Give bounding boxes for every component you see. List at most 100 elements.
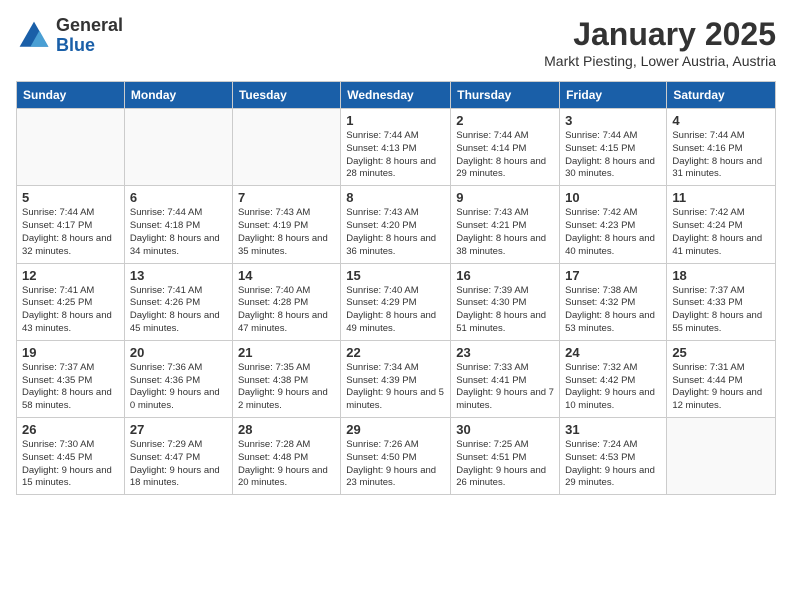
calendar-cell: 10 Sunrise: 7:42 AM Sunset: 4:23 PM Dayli… (560, 186, 667, 263)
logo: General Blue (16, 16, 123, 56)
location-title: Markt Piesting, Lower Austria, Austria (544, 53, 776, 69)
day-number: 6 (130, 190, 227, 205)
calendar-cell: 23Sunrise: 7:33 AM Sunset: 4:41 PM Dayli… (451, 340, 560, 417)
day-number: 20 (130, 345, 227, 360)
weekday-thursday: Thursday (451, 82, 560, 109)
day-info: Sunrise: 7:39 AM Sunset: 4:30 PM Dayligh… (456, 285, 554, 336)
day-number: 4 (672, 113, 770, 128)
day-info: Sunrise: 7:41 AM Sunset: 4:26 PM Dayligh… (130, 285, 227, 336)
day-number: 2 (456, 113, 554, 128)
calendar-cell: 14 Sunrise: 7:40 AM Sunset: 4:28 PM Dayli… (232, 263, 340, 340)
week-row-0: 1Sunrise: 7:44 AM Sunset: 4:13 PM Daylig… (17, 109, 776, 186)
day-number: 24 (565, 345, 661, 360)
calendar-cell: 15Sunrise: 7:40 AM Sunset: 4:29 PM Dayli… (341, 263, 451, 340)
week-row-4: 26 Sunrise: 7:30 AM Sunset: 4:45 PM Dayli… (17, 418, 776, 495)
calendar-cell: 4 Sunrise: 7:44 AM Sunset: 4:16 PM Daylig… (667, 109, 776, 186)
day-info: Sunrise: 7:41 AM Sunset: 4:25 PM Dayligh… (22, 285, 119, 336)
weekday-saturday: Saturday (667, 82, 776, 109)
day-number: 1 (346, 113, 445, 128)
calendar-cell: 31Sunrise: 7:24 AM Sunset: 4:53 PM Dayli… (560, 418, 667, 495)
calendar-table: SundayMondayTuesdayWednesdayThursdayFrid… (16, 81, 776, 495)
day-info: Sunrise: 7:44 AM Sunset: 4:17 PM Dayligh… (22, 207, 119, 258)
calendar-cell: 11 Sunrise: 7:42 AM Sunset: 4:24 PM Dayli… (667, 186, 776, 263)
day-info: Sunrise: 7:43 AM Sunset: 4:20 PM Dayligh… (346, 207, 445, 258)
day-number: 21 (238, 345, 335, 360)
weekday-header-row: SundayMondayTuesdayWednesdayThursdayFrid… (17, 82, 776, 109)
day-info: Sunrise: 7:29 AM Sunset: 4:47 PM Dayligh… (130, 439, 227, 490)
calendar-cell (667, 418, 776, 495)
logo-icon (16, 18, 52, 54)
calendar-cell: 2Sunrise: 7:44 AM Sunset: 4:14 PM Daylig… (451, 109, 560, 186)
calendar-cell: 3 Sunrise: 7:44 AM Sunset: 4:15 PM Daylig… (560, 109, 667, 186)
day-number: 15 (346, 268, 445, 283)
day-info: Sunrise: 7:37 AM Sunset: 4:35 PM Dayligh… (22, 362, 119, 413)
day-number: 5 (22, 190, 119, 205)
day-number: 3 (565, 113, 661, 128)
day-number: 11 (672, 190, 770, 205)
day-number: 13 (130, 268, 227, 283)
day-number: 19 (22, 345, 119, 360)
calendar-cell: 6Sunrise: 7:44 AM Sunset: 4:18 PM Daylig… (124, 186, 232, 263)
calendar-cell: 28 Sunrise: 7:28 AM Sunset: 4:48 PM Dayli… (232, 418, 340, 495)
day-info: Sunrise: 7:44 AM Sunset: 4:16 PM Dayligh… (672, 130, 770, 181)
calendar-cell: 29Sunrise: 7:26 AM Sunset: 4:50 PM Dayli… (341, 418, 451, 495)
day-number: 12 (22, 268, 119, 283)
weekday-friday: Friday (560, 82, 667, 109)
weekday-tuesday: Tuesday (232, 82, 340, 109)
day-info: Sunrise: 7:42 AM Sunset: 4:24 PM Dayligh… (672, 207, 770, 258)
day-info: Sunrise: 7:44 AM Sunset: 4:15 PM Dayligh… (565, 130, 661, 181)
calendar-cell: 30 Sunrise: 7:25 AM Sunset: 4:51 PM Dayli… (451, 418, 560, 495)
day-info: Sunrise: 7:38 AM Sunset: 4:32 PM Dayligh… (565, 285, 661, 336)
calendar-cell: 21Sunrise: 7:35 AM Sunset: 4:38 PM Dayli… (232, 340, 340, 417)
day-number: 14 (238, 268, 335, 283)
day-info: Sunrise: 7:42 AM Sunset: 4:23 PM Dayligh… (565, 207, 661, 258)
calendar-cell: 9Sunrise: 7:43 AM Sunset: 4:21 PM Daylig… (451, 186, 560, 263)
weekday-sunday: Sunday (17, 82, 125, 109)
week-row-2: 12 Sunrise: 7:41 AM Sunset: 4:25 PM Dayli… (17, 263, 776, 340)
logo-text: General Blue (56, 16, 123, 56)
calendar-cell: 22Sunrise: 7:34 AM Sunset: 4:39 PM Dayli… (341, 340, 451, 417)
weekday-monday: Monday (124, 82, 232, 109)
day-info: Sunrise: 7:34 AM Sunset: 4:39 PM Dayligh… (346, 362, 445, 413)
calendar-body: 1Sunrise: 7:44 AM Sunset: 4:13 PM Daylig… (17, 109, 776, 495)
calendar-cell: 20Sunrise: 7:36 AM Sunset: 4:36 PM Dayli… (124, 340, 232, 417)
calendar-cell: 12 Sunrise: 7:41 AM Sunset: 4:25 PM Dayli… (17, 263, 125, 340)
calendar-cell: 16Sunrise: 7:39 AM Sunset: 4:30 PM Dayli… (451, 263, 560, 340)
day-number: 18 (672, 268, 770, 283)
day-number: 30 (456, 422, 554, 437)
page-header: General Blue January 2025 Markt Piesting… (16, 16, 776, 69)
day-number: 28 (238, 422, 335, 437)
calendar-cell: 18 Sunrise: 7:37 AM Sunset: 4:33 PM Dayli… (667, 263, 776, 340)
calendar-cell: 27 Sunrise: 7:29 AM Sunset: 4:47 PM Dayli… (124, 418, 232, 495)
day-number: 8 (346, 190, 445, 205)
calendar-cell (17, 109, 125, 186)
title-block: January 2025 Markt Piesting, Lower Austr… (544, 16, 776, 69)
calendar-cell: 7 Sunrise: 7:43 AM Sunset: 4:19 PM Daylig… (232, 186, 340, 263)
day-info: Sunrise: 7:43 AM Sunset: 4:19 PM Dayligh… (238, 207, 335, 258)
week-row-3: 19 Sunrise: 7:37 AM Sunset: 4:35 PM Dayli… (17, 340, 776, 417)
day-number: 27 (130, 422, 227, 437)
month-title: January 2025 (544, 16, 776, 53)
day-info: Sunrise: 7:32 AM Sunset: 4:42 PM Dayligh… (565, 362, 661, 413)
day-info: Sunrise: 7:30 AM Sunset: 4:45 PM Dayligh… (22, 439, 119, 490)
calendar-cell: 13 Sunrise: 7:41 AM Sunset: 4:26 PM Dayli… (124, 263, 232, 340)
day-number: 7 (238, 190, 335, 205)
calendar-cell: 24 Sunrise: 7:32 AM Sunset: 4:42 PM Dayli… (560, 340, 667, 417)
day-info: Sunrise: 7:25 AM Sunset: 4:51 PM Dayligh… (456, 439, 554, 490)
day-info: Sunrise: 7:31 AM Sunset: 4:44 PM Dayligh… (672, 362, 770, 413)
logo-general-text: General (56, 16, 123, 36)
day-number: 9 (456, 190, 554, 205)
calendar-cell: 19 Sunrise: 7:37 AM Sunset: 4:35 PM Dayli… (17, 340, 125, 417)
day-info: Sunrise: 7:37 AM Sunset: 4:33 PM Dayligh… (672, 285, 770, 336)
day-number: 26 (22, 422, 119, 437)
day-info: Sunrise: 7:26 AM Sunset: 4:50 PM Dayligh… (346, 439, 445, 490)
day-info: Sunrise: 7:33 AM Sunset: 4:41 PM Dayligh… (456, 362, 554, 413)
calendar-cell: 25Sunrise: 7:31 AM Sunset: 4:44 PM Dayli… (667, 340, 776, 417)
calendar-cell: 17Sunrise: 7:38 AM Sunset: 4:32 PM Dayli… (560, 263, 667, 340)
week-row-1: 5 Sunrise: 7:44 AM Sunset: 4:17 PM Daylig… (17, 186, 776, 263)
day-info: Sunrise: 7:40 AM Sunset: 4:28 PM Dayligh… (238, 285, 335, 336)
calendar-cell (124, 109, 232, 186)
weekday-wednesday: Wednesday (341, 82, 451, 109)
day-number: 10 (565, 190, 661, 205)
day-info: Sunrise: 7:28 AM Sunset: 4:48 PM Dayligh… (238, 439, 335, 490)
